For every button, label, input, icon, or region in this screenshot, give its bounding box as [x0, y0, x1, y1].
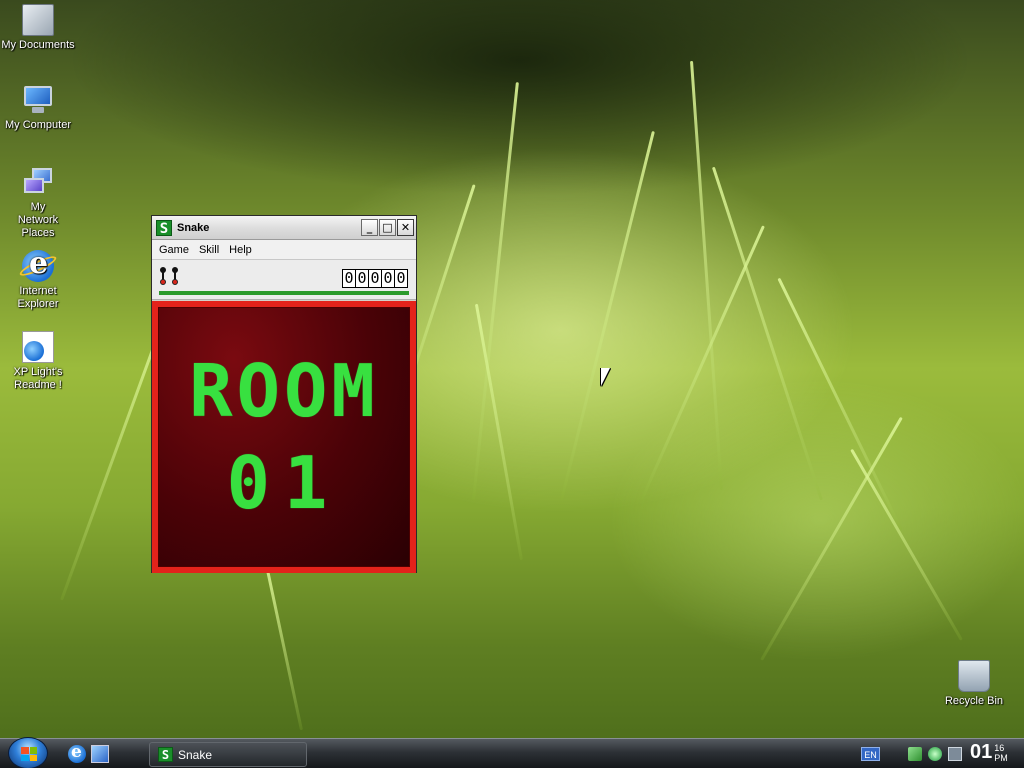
score-counter: 0 0 0 0 0: [342, 269, 408, 288]
game-board[interactable]: ROOM 01: [152, 301, 416, 573]
app-tray-icon[interactable]: [928, 747, 942, 761]
desktop-icon-network-places[interactable]: My Network Places: [0, 166, 76, 240]
my-documents-icon: [22, 4, 54, 36]
taskbar-button-snake[interactable]: S Snake: [149, 742, 307, 767]
language-indicator[interactable]: EN: [861, 747, 880, 761]
menu-bar: Game Skill Help: [152, 240, 416, 260]
score-digit: 0: [395, 269, 407, 287]
score-digit: 0: [356, 269, 368, 287]
show-desktop-icon[interactable]: [91, 745, 109, 763]
close-button[interactable]: ✕: [397, 219, 414, 236]
menu-help[interactable]: Help: [224, 244, 257, 256]
desktop-icon-my-documents[interactable]: My Documents: [0, 4, 76, 52]
clock-hour: 01: [970, 741, 993, 763]
quicklaunch-ie-icon[interactable]: [68, 742, 86, 763]
windows-flag-icon: [21, 747, 37, 761]
my-computer-icon: [22, 84, 54, 116]
game-board-inner: ROOM 01: [158, 307, 410, 567]
desktop-icon-recycle-bin[interactable]: Recycle Bin: [936, 660, 1012, 708]
internet-explorer-icon: [17, 246, 59, 282]
menu-game[interactable]: Game: [154, 244, 194, 256]
snake-life-icon: [159, 267, 167, 287]
snake-window: S Snake _ □ ✕ Game Skill Help 0 0 0 0 0 …: [151, 215, 417, 573]
score-digit: 0: [369, 269, 381, 287]
score-digit: 0: [382, 269, 394, 287]
clock-minute: 16: [994, 742, 1005, 753]
minimize-button[interactable]: _: [361, 219, 378, 236]
desktop-icon-label: My Computer: [4, 119, 72, 131]
start-button[interactable]: [8, 737, 48, 768]
score-digit: 0: [343, 269, 355, 287]
lives-indicator: [159, 267, 179, 287]
maximize-button[interactable]: □: [379, 219, 396, 236]
calendar-tray-icon[interactable]: [948, 747, 962, 761]
snake-life-icon: [171, 267, 179, 287]
snake-app-icon: S: [156, 219, 172, 237]
snake-app-icon: S: [158, 747, 173, 762]
mouse-cursor-icon: [601, 368, 610, 386]
taskbar-button-label: Snake: [178, 747, 213, 762]
desktop-icon-label: Recycle Bin: [944, 695, 1004, 707]
status-panel: 0 0 0 0 0: [152, 260, 416, 300]
system-clock[interactable]: 01 16 PM: [970, 741, 1008, 764]
menu-skill[interactable]: Skill: [194, 244, 224, 256]
recycle-bin-icon: [958, 660, 990, 692]
desktop-icon-label: My Documents: [1, 39, 75, 51]
level-progress-bar: [159, 291, 409, 295]
desktop-icon-label: Internet Explorer: [17, 285, 59, 310]
readme-icon: [22, 331, 54, 363]
desktop-icon-readme[interactable]: XP Light's Readme !: [0, 331, 76, 392]
clock-ampm: PM: [994, 752, 1008, 763]
level-progress-fill: [159, 291, 409, 295]
window-title: Snake: [177, 221, 210, 234]
room-banner-line1: ROOM: [189, 349, 379, 433]
title-bar[interactable]: S Snake _ □ ✕: [152, 216, 416, 240]
desktop-icon-label: XP Light's Readme !: [13, 366, 63, 391]
network-tray-icon[interactable]: [908, 747, 922, 761]
network-places-icon: [22, 166, 54, 198]
desktop-icon-my-computer[interactable]: My Computer: [0, 84, 76, 132]
taskbar: S Snake EN 01 16 PM: [0, 737, 1024, 768]
desktop-icon-internet-explorer[interactable]: Internet Explorer: [0, 246, 76, 311]
room-banner-line2: 01: [226, 441, 342, 525]
desktop-icon-label: My Network Places: [17, 201, 59, 239]
